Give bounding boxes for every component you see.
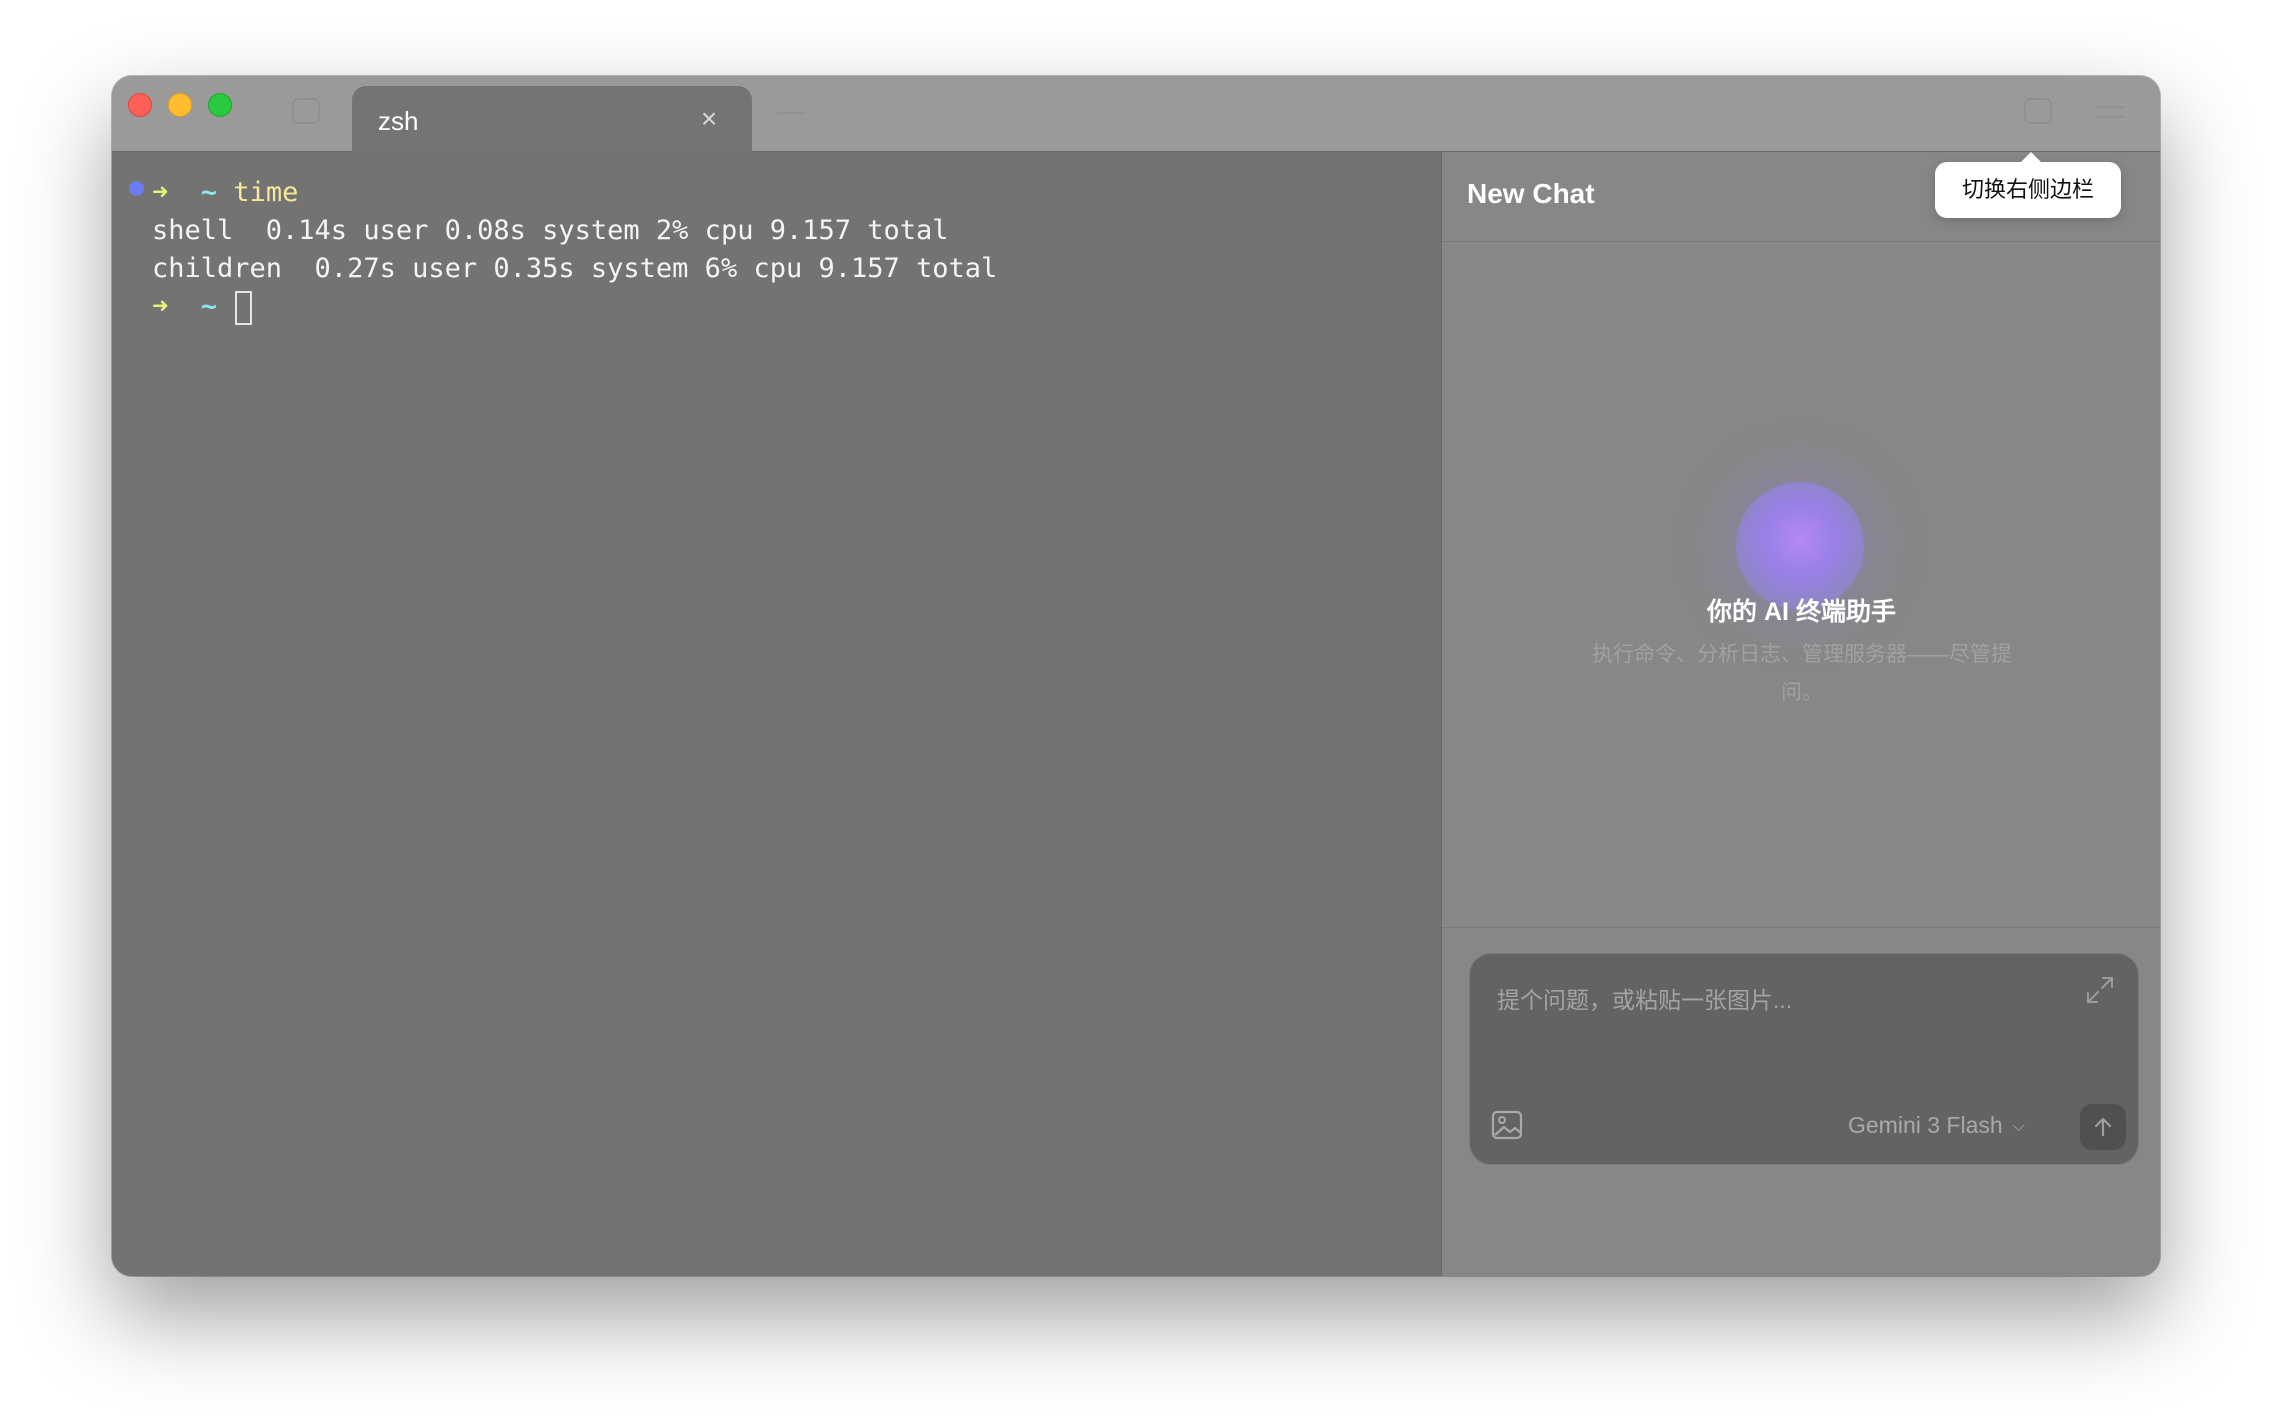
welcome-subtitle: 执行命令、分析日志、管理服务器——尽管提问。 xyxy=(1592,643,2012,704)
ai-chat-sidebar: New Chat 你的 AI 终端助手 执行命令、分析日志、管理服务器——尽管提… xyxy=(1441,152,2160,1276)
model-name: Gemini 3 Flash xyxy=(1848,1112,2003,1138)
model-selector[interactable]: Gemini 3 Flash ⌵ xyxy=(1848,1108,2025,1142)
terminal-pane[interactable]: ➜ ~ time shell 0.14s user 0.08s system 2… xyxy=(112,152,1441,1276)
arrow-up-icon xyxy=(2094,1117,2112,1137)
close-icon[interactable]: × xyxy=(694,104,724,134)
minimize-window-button[interactable] xyxy=(168,93,192,117)
menu-icon[interactable] xyxy=(2096,106,2124,118)
new-tab-icon[interactable] xyxy=(777,112,805,114)
terminal-line: ➜ ~ time xyxy=(152,177,299,208)
status-dot xyxy=(129,181,144,196)
chat-composer: Gemini 3 Flash ⌵ xyxy=(1469,953,2139,1165)
chat-title: New Chat xyxy=(1467,178,1595,209)
app-window: zsh × ➜ ~ time shell 0.14s user 0.08s sy… xyxy=(112,76,2160,1276)
close-window-button[interactable] xyxy=(128,93,152,117)
welcome-title: 你的 AI 终端助手 xyxy=(1707,598,1896,626)
maximize-window-button[interactable] xyxy=(208,93,232,117)
chat-input[interactable] xyxy=(1497,980,2057,1020)
tooltip: 切换右侧边栏 xyxy=(1935,152,2121,218)
image-icon[interactable] xyxy=(1490,1108,1524,1142)
sidebar-toggle-right-icon[interactable] xyxy=(2024,98,2052,124)
terminal-line: children 0.27s user 0.35s system 6% cpu … xyxy=(152,253,998,284)
tab-zsh[interactable]: zsh × xyxy=(352,86,752,152)
terminal-line: shell 0.14s user 0.08s system 2% cpu 9.1… xyxy=(152,215,949,246)
chevron-down-icon: ⌵ xyxy=(2012,1117,2025,1135)
terminal-line: ➜ ~ xyxy=(152,288,253,326)
title-bar: zsh × xyxy=(112,76,2160,152)
terminal-cursor xyxy=(235,290,253,325)
send-button[interactable] xyxy=(2080,1104,2126,1150)
tab-label: zsh xyxy=(378,106,419,136)
divider xyxy=(1442,927,2160,928)
expand-icon[interactable] xyxy=(2082,972,2118,1008)
sidebar-toggle-left-icon[interactable] xyxy=(292,98,320,124)
assistant-orb xyxy=(1736,482,1864,610)
